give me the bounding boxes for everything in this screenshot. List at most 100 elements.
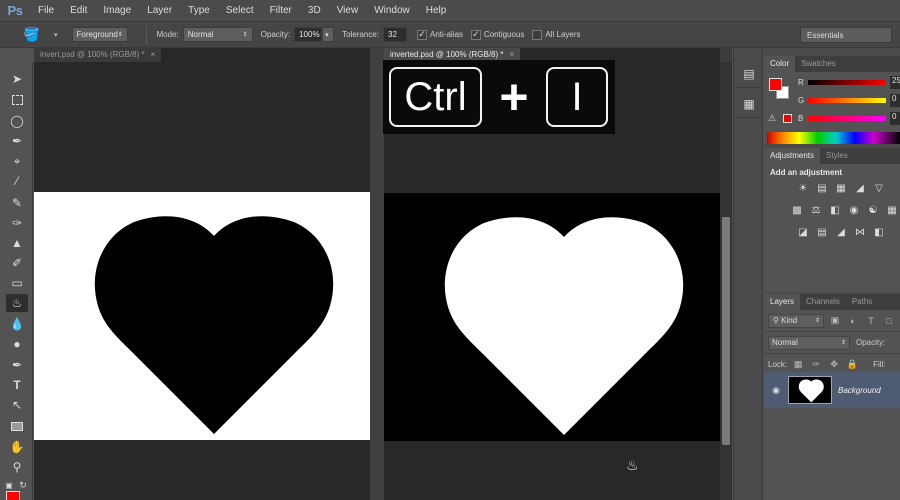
hand-tool-icon[interactable]: ✋	[6, 438, 28, 456]
curves-icon[interactable]: ▦	[834, 182, 848, 194]
black-white-icon[interactable]: ◧	[828, 204, 842, 216]
levels-icon[interactable]: ▤	[815, 182, 829, 194]
menu-filter[interactable]: Filter	[262, 5, 300, 16]
menu-edit[interactable]: Edit	[62, 5, 95, 16]
tool-preset-picker[interactable]: 🪣	[14, 25, 50, 45]
tab-color[interactable]: Color	[764, 56, 796, 72]
doc-tab-invert[interactable]: invert.psd @ 100% (RGB/8) * ×	[34, 48, 162, 62]
contiguous-checkbox[interactable]: ✓	[470, 29, 481, 40]
vibrance-icon[interactable]: ▽	[872, 182, 886, 194]
keyboard-shortcut-overlay: Ctrl + I	[383, 60, 615, 134]
move-tool-icon[interactable]: ➤	[6, 70, 28, 88]
menu-file[interactable]: File	[30, 5, 62, 16]
type-tool-icon[interactable]: T	[6, 376, 28, 394]
photo-filter-icon[interactable]: ◉	[847, 204, 861, 216]
zoom-tool-icon[interactable]: ⚲	[6, 458, 28, 476]
close-icon[interactable]: ×	[510, 50, 515, 60]
healing-brush-tool-icon[interactable]: ✎	[6, 194, 28, 212]
blur-tool-icon[interactable]: 💧	[6, 315, 28, 333]
shape-filter-icon[interactable]: □	[882, 316, 896, 326]
layer-name: Background	[838, 385, 881, 395]
hue-saturation-icon[interactable]: ▩	[790, 204, 804, 216]
type-filter-icon[interactable]: T	[864, 316, 878, 326]
anti-alias-checkbox[interactable]: ✓	[417, 29, 428, 40]
eraser-tool-icon[interactable]: ▭	[6, 274, 28, 292]
menu-layer[interactable]: Layer	[139, 5, 180, 16]
tab-swatches[interactable]: Swatches	[795, 56, 842, 72]
history-panel-icon[interactable]: ▤	[736, 60, 762, 88]
lasso-tool-icon[interactable]: ◯	[6, 112, 28, 130]
foreground-color-swatch[interactable]	[6, 491, 20, 500]
lock-image-icon[interactable]: ✑	[809, 359, 823, 370]
brightness-contrast-icon[interactable]: ☀	[796, 182, 810, 194]
rectangle-tool-icon[interactable]	[6, 417, 28, 435]
paint-bucket-tool-icon[interactable]: ♨	[6, 294, 28, 312]
invert-icon[interactable]: ◪	[796, 226, 810, 238]
threshold-icon[interactable]: ◢	[834, 226, 848, 238]
dodge-tool-icon[interactable]: ●	[6, 335, 28, 353]
history-brush-tool-icon[interactable]: ✐	[6, 254, 28, 272]
close-icon[interactable]: ×	[151, 50, 156, 60]
channel-r-value[interactable]: 25	[890, 76, 900, 89]
gamut-warning-icon[interactable]: ⚠	[768, 113, 776, 124]
blend-mode-select[interactable]: Normal ⇕	[768, 335, 850, 350]
path-selection-tool-icon[interactable]: ↖	[6, 396, 28, 414]
pen-tool-icon[interactable]: ✒	[6, 356, 28, 374]
gradient-map-icon[interactable]: ◧	[872, 226, 886, 238]
marquee-tool-icon[interactable]	[6, 91, 28, 109]
selective-color-icon[interactable]: ⋈	[853, 226, 867, 238]
menu-3d[interactable]: 3D	[300, 5, 329, 16]
crop-tool-icon[interactable]: ⌖	[6, 152, 28, 170]
opacity-input[interactable]: 100%	[294, 27, 323, 42]
updown-icon: ⇕	[814, 318, 820, 324]
foreground-color-swatch[interactable]	[769, 78, 782, 91]
channel-g-value[interactable]: 0	[890, 94, 900, 107]
channel-mixer-icon[interactable]: ☯	[866, 204, 880, 216]
channel-b-value[interactable]: 0	[890, 112, 900, 125]
clone-stamp-tool-icon[interactable]: ▲	[6, 234, 28, 252]
exposure-icon[interactable]: ◢	[853, 182, 867, 194]
tab-layers[interactable]: Layers	[764, 294, 801, 310]
color-balance-icon[interactable]: ⚖	[809, 204, 823, 216]
tab-paths[interactable]: Paths	[846, 294, 878, 310]
brush-tool-icon[interactable]: ✑	[6, 214, 28, 232]
menu-window[interactable]: Window	[366, 5, 418, 16]
properties-panel-icon[interactable]: ▦	[736, 90, 762, 118]
canvas-inverted[interactable]	[384, 193, 720, 441]
eyedropper-tool-icon[interactable]: ⁄	[6, 172, 28, 190]
gamut-swatch[interactable]	[783, 114, 792, 123]
opacity-slider-toggle[interactable]: ▾	[322, 27, 335, 42]
workspace-switcher[interactable]: Essentials	[800, 27, 892, 43]
color-lookup-icon[interactable]: ▦	[885, 204, 899, 216]
tab-styles[interactable]: Styles	[820, 148, 854, 164]
fill-source-select[interactable]: Foreground ⇕	[71, 27, 128, 42]
lock-transparent-icon[interactable]: ▦	[791, 359, 805, 370]
tolerance-input[interactable]: 32	[383, 27, 408, 42]
chevron-down-icon[interactable]: ▾	[54, 31, 58, 39]
visibility-eye-icon[interactable]: ◉	[764, 385, 788, 396]
canvas-invert[interactable]	[34, 192, 370, 440]
color-spectrum-bar[interactable]	[767, 132, 900, 144]
quick-selection-tool-icon[interactable]: ✒	[6, 132, 28, 150]
menu-type[interactable]: Type	[180, 5, 218, 16]
posterize-icon[interactable]: ▤	[815, 226, 829, 238]
mode-select[interactable]: Normal ⇕	[182, 27, 253, 42]
menu-view[interactable]: View	[329, 5, 367, 16]
menu-select[interactable]: Select	[218, 5, 262, 16]
lock-position-icon[interactable]: ✥	[827, 359, 841, 370]
menu-help[interactable]: Help	[418, 5, 455, 16]
lock-all-icon[interactable]: 🔒	[845, 359, 859, 370]
menu-image[interactable]: Image	[95, 5, 139, 16]
vertical-scrollbar[interactable]	[720, 62, 732, 500]
scrollbar-thumb[interactable]	[722, 217, 730, 445]
adjustment-filter-icon[interactable]: ◐	[846, 316, 860, 326]
layer-filter-select[interactable]: ⚲ Kind ⇕	[768, 313, 824, 328]
tab-channels[interactable]: Channels	[800, 294, 846, 310]
pixel-filter-icon[interactable]: ▣	[828, 315, 842, 326]
channel-b-slider[interactable]	[808, 116, 886, 121]
all-layers-checkbox[interactable]	[532, 29, 543, 40]
layer-row-background[interactable]: ◉ Background	[764, 372, 900, 408]
tab-adjustments[interactable]: Adjustments	[764, 148, 821, 164]
channel-g-slider[interactable]	[808, 98, 886, 103]
channel-r-slider[interactable]	[808, 80, 886, 85]
